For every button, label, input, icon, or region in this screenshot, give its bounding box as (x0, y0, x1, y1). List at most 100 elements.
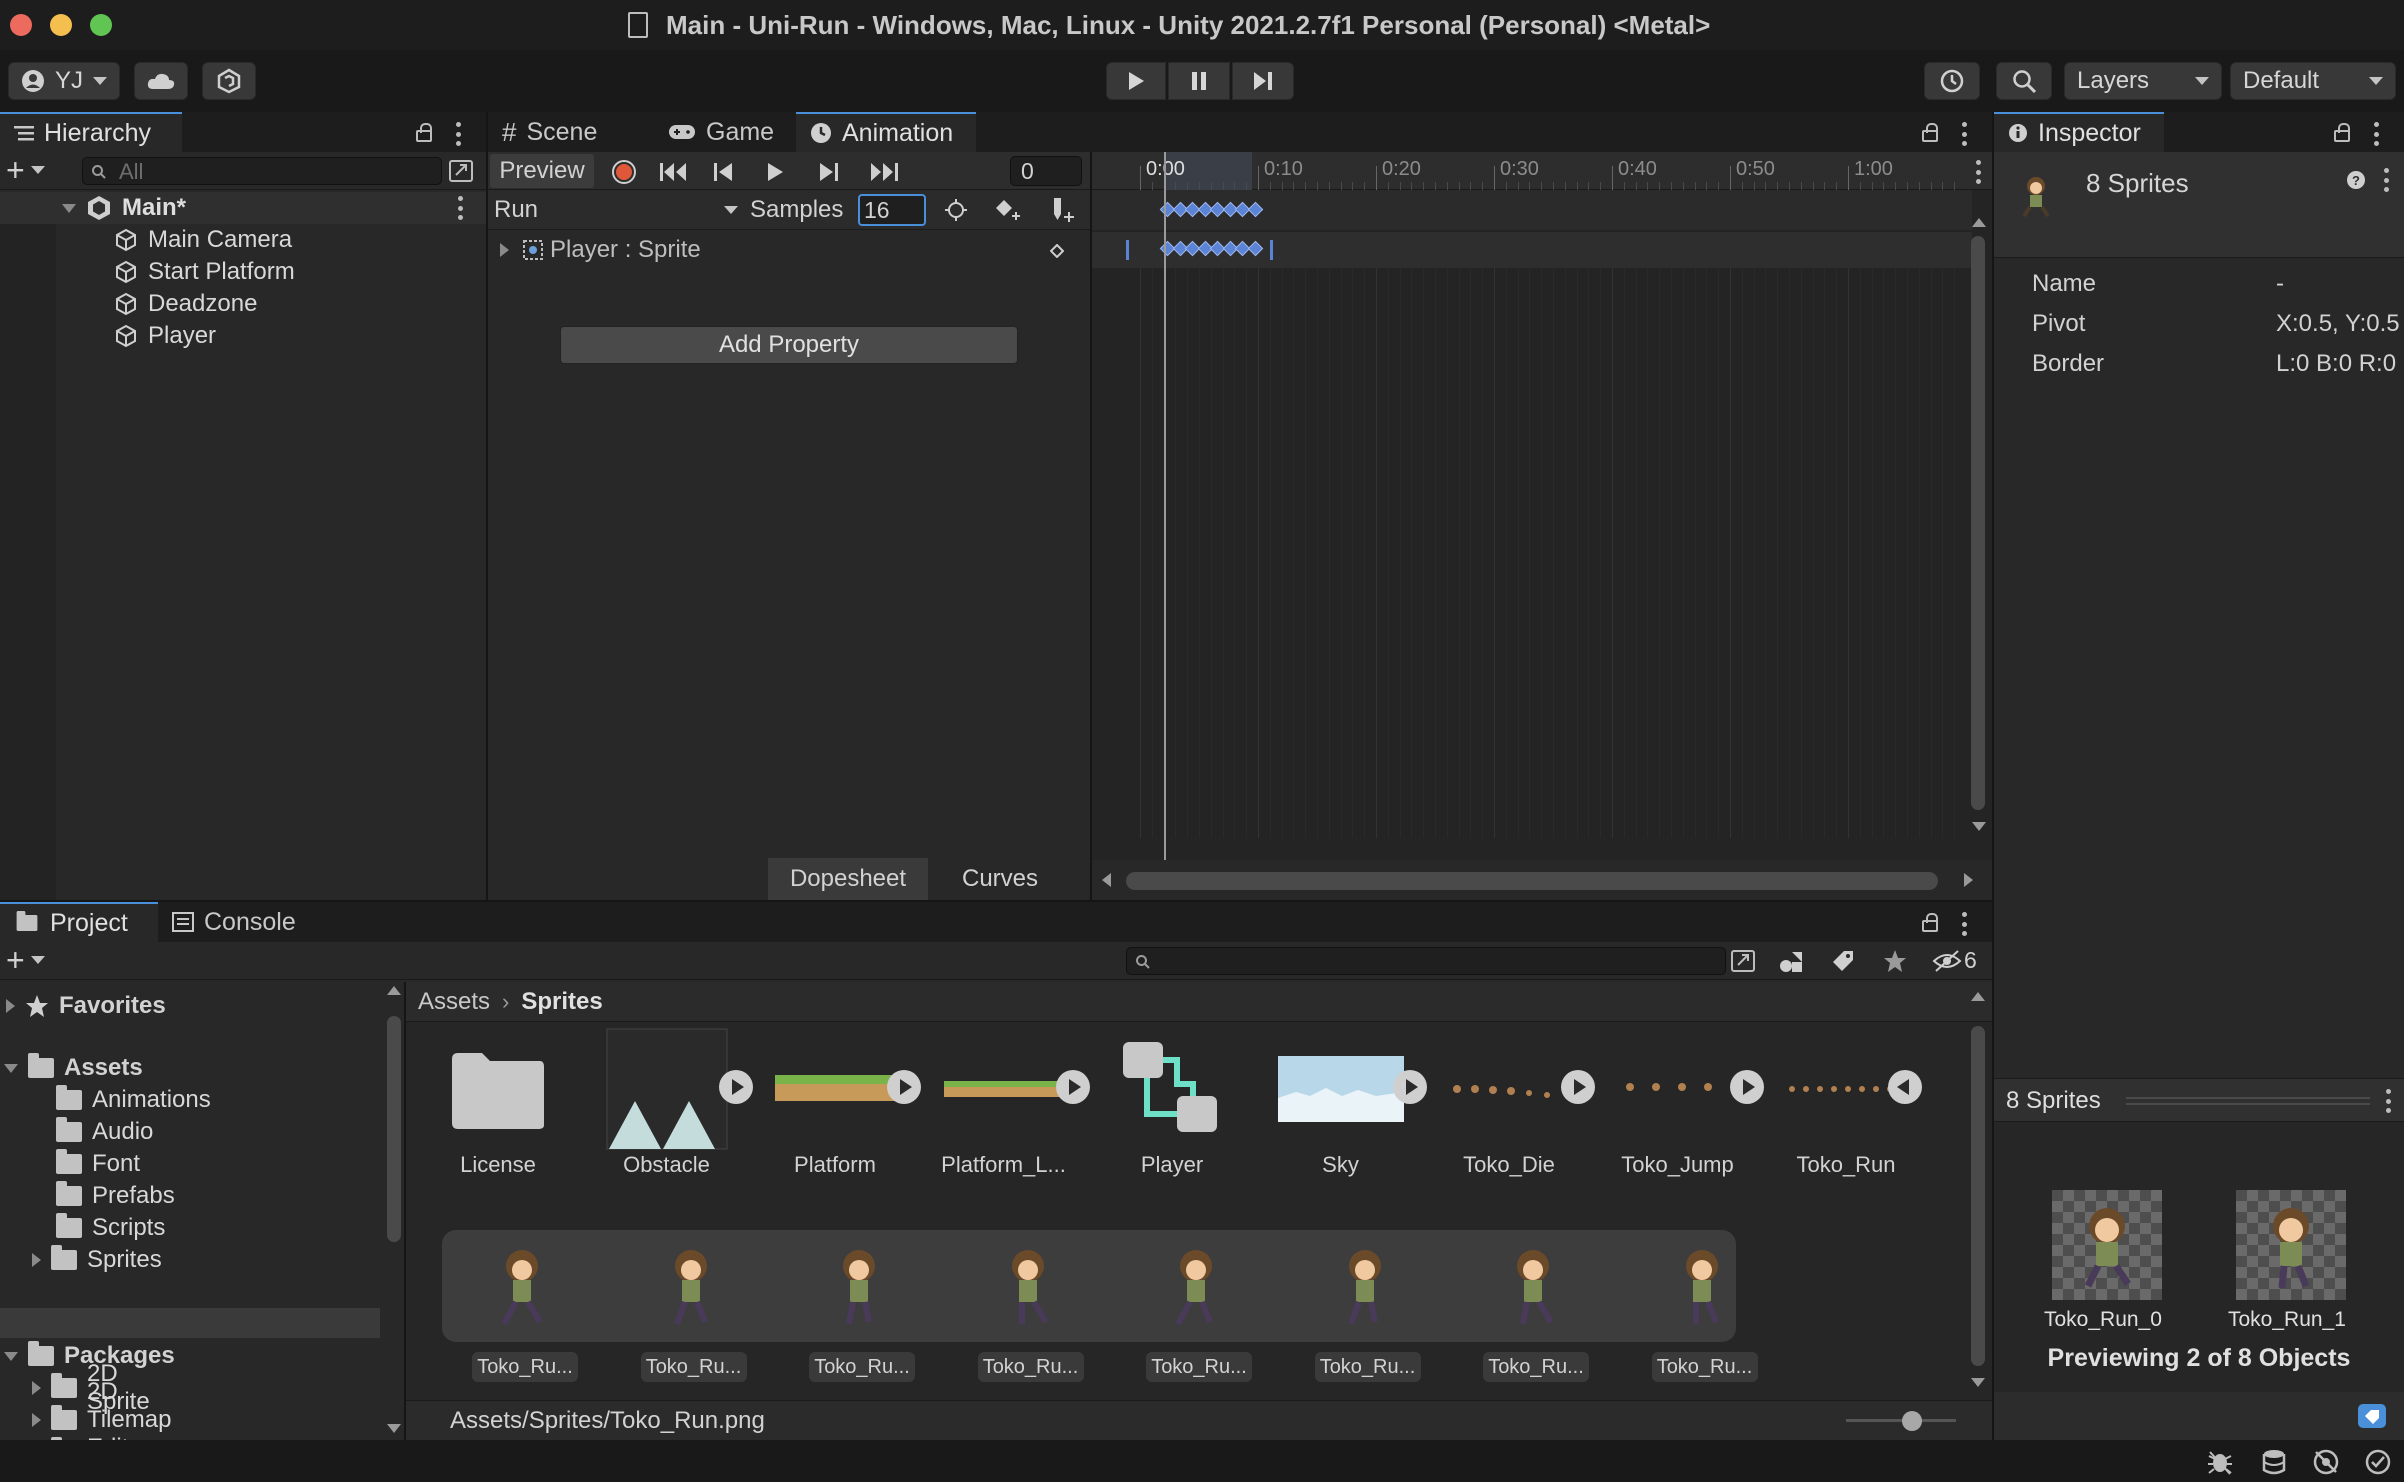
hierarchy-search-input[interactable]: All (82, 157, 442, 185)
asset-item[interactable]: Platform (755, 1034, 921, 1177)
dopesheet-tab[interactable]: Dopesheet (768, 858, 928, 900)
tab-scene[interactable]: # Scene (488, 112, 611, 152)
scroll-right-icon[interactable] (1964, 873, 1973, 887)
panel-menu-icon[interactable] (456, 122, 462, 146)
tree-folder-item[interactable]: Audio (56, 1116, 153, 1148)
collab-button[interactable] (202, 62, 256, 100)
sprite-item[interactable]: Toko_Ru... (1636, 1230, 1774, 1390)
asset-item[interactable]: Toko_Jump (1598, 1034, 1764, 1177)
cache-server-icon[interactable] (2260, 1448, 2288, 1476)
icon-size-slider-track[interactable] (1846, 1419, 1956, 1422)
hierarchy-item-main-camera[interactable]: Main Camera (114, 224, 295, 256)
asset-item[interactable]: Obstacle (587, 1028, 753, 1177)
timeline-horizontal-scrollbar[interactable] (1092, 860, 1992, 900)
preview-sprite-0[interactable] (2052, 1190, 2162, 1300)
hierarchy-item-start-platform[interactable]: Start Platform (114, 256, 295, 288)
create-dropdown[interactable]: + (6, 154, 45, 186)
keyframe-diamond[interactable] (1247, 201, 1263, 218)
tree-folder-item[interactable]: Sprites (32, 1244, 162, 1276)
lock-icon[interactable] (2334, 123, 2350, 142)
filter-by-label-icon[interactable] (1830, 948, 1856, 974)
pause-button[interactable] (1168, 62, 1230, 100)
tab-hierarchy[interactable]: Hierarchy (0, 112, 182, 152)
zoom-window-button[interactable] (90, 14, 112, 36)
scroll-down-icon[interactable] (387, 1424, 401, 1433)
scroll-thumb[interactable] (387, 1016, 401, 1242)
breadcrumb-sprites[interactable]: Sprites (521, 988, 602, 1016)
preview-drag-handle[interactable] (2126, 1097, 2370, 1105)
scroll-up-icon[interactable] (1972, 218, 1986, 227)
search-scope-icon[interactable] (1730, 949, 1756, 973)
range-end-marker[interactable] (1270, 240, 1273, 260)
cloud-button[interactable] (134, 62, 188, 100)
expand-arrow-icon[interactable] (62, 203, 76, 213)
expand-arrow-icon[interactable] (500, 243, 509, 257)
property-row[interactable]: Player : Sprite (488, 232, 1090, 268)
preview-menu-icon[interactable] (2386, 1089, 2392, 1113)
asset-item[interactable]: Platform_L... (924, 1034, 1090, 1177)
search-button[interactable] (1996, 62, 2052, 100)
expand-subassets-icon[interactable] (718, 1070, 753, 1104)
expand-arrow-icon[interactable] (32, 1413, 41, 1427)
panel-menu-icon[interactable] (1962, 912, 1968, 936)
scroll-down-icon[interactable] (1971, 1378, 1985, 1387)
project-search-input[interactable] (1126, 947, 1726, 975)
scroll-down-icon[interactable] (1972, 822, 1986, 831)
sprite-item[interactable]: Toko_Ru... (1299, 1230, 1437, 1390)
add-property-button[interactable]: Add Property (560, 326, 1018, 364)
dopesheet-area[interactable]: 0:000:100:200:300:400:501:00 (1092, 152, 1992, 900)
sprite-item[interactable]: Toko_Ru... (1130, 1230, 1268, 1390)
icon-size-slider-thumb[interactable] (1902, 1411, 1922, 1431)
tab-project[interactable]: Project (0, 902, 158, 942)
play-animation-icon[interactable] (766, 162, 784, 182)
expand-arrow-icon[interactable] (32, 1381, 41, 1395)
tree-package-item[interactable]: 2D Tilemap Editor (32, 1378, 171, 1440)
layers-dropdown[interactable]: Layers (2064, 62, 2222, 100)
tree-favorites[interactable]: Favorites (6, 990, 166, 1022)
debug-bug-icon[interactable] (2206, 1448, 2234, 1476)
tree-folder-item[interactable]: Scripts (56, 1212, 165, 1244)
prop-border-value[interactable]: L:0 B:0 R:0 (2276, 350, 2404, 378)
lock-icon[interactable] (1922, 123, 1938, 142)
account-dropdown[interactable]: YJ (8, 62, 120, 100)
asset-item[interactable]: Toko_Run (1766, 1034, 1926, 1177)
timeline-ruler[interactable]: 0:000:100:200:300:400:501:00 (1092, 152, 1992, 190)
layout-dropdown[interactable]: Default (2230, 62, 2396, 100)
asset-item[interactable]: Player (1092, 1034, 1252, 1177)
asset-item[interactable]: Toko_Die (1429, 1034, 1595, 1177)
curves-tab[interactable]: Curves (930, 858, 1070, 900)
expand-arrow-icon[interactable] (32, 1253, 41, 1267)
hierarchy-item-player[interactable]: Player (114, 320, 295, 352)
timeline-vertical-scrollbar[interactable] (1968, 218, 1988, 838)
range-start-marker[interactable] (1126, 240, 1129, 260)
keyframe-diamond[interactable] (1247, 240, 1263, 257)
preview-sprite-1[interactable] (2236, 1190, 2346, 1300)
clip-dropdown[interactable]: Run (494, 194, 744, 226)
minimize-window-button[interactable] (50, 14, 72, 36)
sprite-item[interactable]: Toko_Ru... (456, 1230, 594, 1390)
panel-menu-icon[interactable] (1962, 122, 1968, 146)
tab-inspector[interactable]: Inspector (1994, 112, 2164, 152)
add-keyframe-icon[interactable] (994, 198, 1024, 222)
tree-assets[interactable]: Assets (4, 1052, 143, 1084)
asset-scrollbar[interactable] (1968, 992, 1988, 1392)
scroll-left-icon[interactable] (1102, 873, 1111, 887)
progress-check-icon[interactable] (2364, 1448, 2392, 1476)
tree-folder-item[interactable]: Font (56, 1148, 140, 1180)
close-window-button[interactable] (10, 14, 32, 36)
sprite-item[interactable]: Toko_Ru... (625, 1230, 763, 1390)
lock-icon[interactable] (1922, 913, 1938, 932)
scroll-thumb[interactable] (1971, 1026, 1985, 1366)
scene-row[interactable]: Main* (0, 192, 486, 224)
expand-arrow-icon[interactable] (6, 999, 15, 1013)
lock-icon[interactable] (416, 123, 432, 142)
hierarchy-item-deadzone[interactable]: Deadzone (114, 288, 295, 320)
expand-arrow-icon[interactable] (4, 1063, 18, 1073)
tree-folder-item[interactable]: Animations (56, 1084, 211, 1116)
expand-subassets-icon[interactable] (1055, 1070, 1090, 1104)
property-keyframe-diamond-icon[interactable] (1050, 244, 1064, 258)
previous-keyframe-icon[interactable] (714, 162, 734, 182)
prop-pivot-value[interactable]: X:0.5, Y:0.5 (2276, 310, 2404, 338)
tab-animation[interactable]: Animation (796, 112, 976, 152)
tree-folder-item[interactable]: Prefabs (56, 1180, 175, 1212)
